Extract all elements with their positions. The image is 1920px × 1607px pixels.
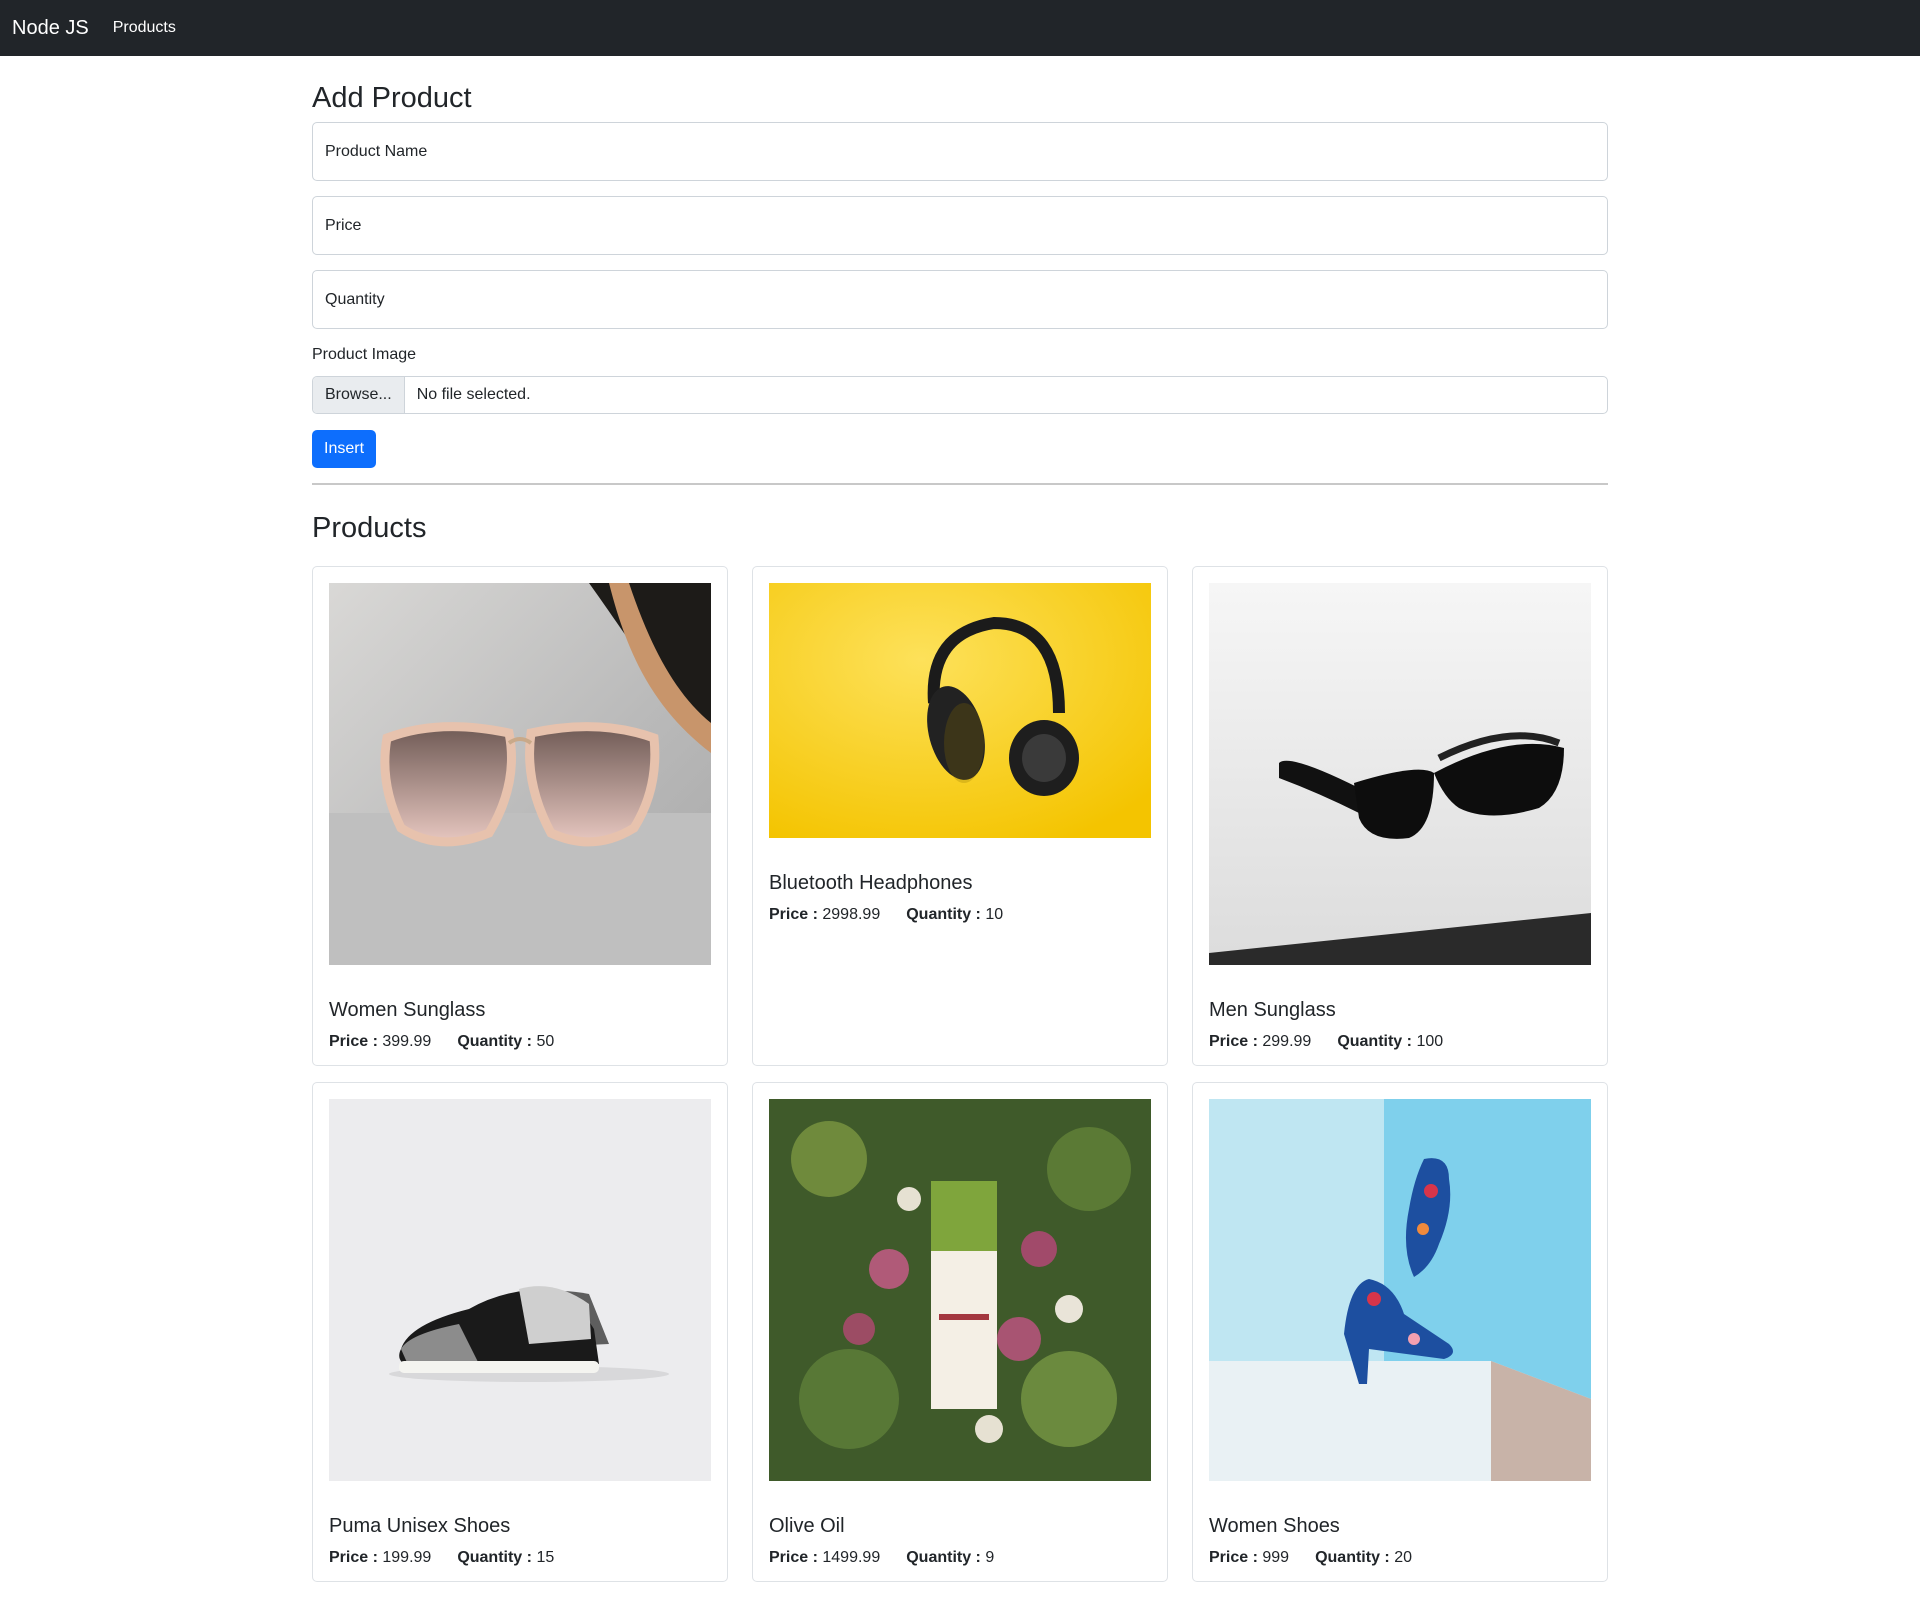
high-heels-image (1209, 1099, 1591, 1481)
quantity-input[interactable] (312, 270, 1608, 329)
price-label: Price : (769, 906, 818, 923)
price-input[interactable] (312, 196, 1608, 255)
product-image-label: Product Image (312, 346, 417, 363)
product-price: 399.99 (382, 1033, 432, 1050)
product-price: 2998.99 (822, 906, 881, 923)
product-quantity: 50 (536, 1033, 555, 1050)
product-quantity: 9 (985, 1549, 995, 1566)
quantity-label: Quantity : (1337, 1033, 1412, 1050)
file-status: No file selected. (416, 386, 531, 403)
sneakers-image (329, 1099, 711, 1481)
product-meta: Price : 999 Quantity : 20 (1209, 1549, 1412, 1567)
product-name: Bluetooth Headphones (769, 872, 973, 894)
product-card: Puma Unisex Shoes Price : 199.99 Quantit… (312, 1082, 728, 1582)
product-card: Women Sunglass Price : 399.99 Quantity :… (312, 566, 728, 1066)
product-card: Olive Oil Price : 1499.99 Quantity : 9 (752, 1082, 1168, 1582)
product-quantity: 20 (1394, 1549, 1412, 1566)
price-label: Price : (1209, 1033, 1258, 1050)
insert-button[interactable]: Insert (312, 430, 377, 468)
product-card: Women Shoes Price : 999 Quantity : 20 (1192, 1082, 1608, 1582)
product-meta: Price : 199.99 Quantity : 15 (329, 1549, 554, 1567)
price-label: Price : (329, 1033, 378, 1050)
divider (312, 483, 1608, 485)
sunglasses-image (1209, 583, 1591, 965)
product-quantity: 100 (1416, 1033, 1444, 1050)
product-meta: Price : 299.99 Quantity : 100 (1209, 1033, 1443, 1051)
product-card: Men Sunglass Price : 299.99 Quantity : 1… (1192, 566, 1608, 1066)
olive-oil-image (769, 1099, 1151, 1481)
product-quantity: 15 (536, 1549, 555, 1566)
product-card: Bluetooth Headphones Price : 2998.99 Qua… (752, 566, 1168, 1066)
sunglasses-image (329, 583, 711, 965)
navbar: Node JS Products (0, 0, 1920, 56)
add-product-title: Add Product (312, 82, 472, 114)
product-meta: Price : 2998.99 Quantity : 10 (769, 906, 1003, 924)
product-name: Olive Oil (769, 1515, 845, 1537)
price-label: Price : (769, 1549, 818, 1566)
quantity-label: Quantity : (906, 906, 981, 923)
product-name: Men Sunglass (1209, 999, 1336, 1021)
product-price: 999 (1262, 1549, 1290, 1566)
price-label: Price : (1209, 1549, 1258, 1566)
product-meta: Price : 399.99 Quantity : 50 (329, 1033, 554, 1051)
quantity-label: Quantity : (457, 1549, 532, 1566)
product-name: Women Shoes (1209, 1515, 1340, 1537)
price-label: Price : (329, 1549, 378, 1566)
browse-button[interactable]: Browse... (313, 377, 405, 413)
navbar-brand[interactable]: Node JS (12, 17, 89, 40)
quantity-label: Quantity : (906, 1549, 981, 1566)
product-price: 199.99 (382, 1549, 432, 1566)
quantity-label: Quantity : (1315, 1549, 1390, 1566)
product-name-input[interactable] (312, 122, 1608, 181)
quantity-label: Quantity : (457, 1033, 532, 1050)
product-name: Puma Unisex Shoes (329, 1515, 511, 1537)
product-meta: Price : 1499.99 Quantity : 9 (769, 1549, 994, 1567)
product-image-file-input[interactable]: Browse... No file selected. (312, 376, 1608, 414)
product-price: 1499.99 (822, 1549, 881, 1566)
products-title: Products (312, 512, 427, 544)
product-price: 299.99 (1262, 1033, 1312, 1050)
product-name: Women Sunglass (329, 999, 486, 1021)
nav-link-products[interactable]: Products (113, 19, 176, 37)
product-quantity: 10 (985, 906, 1004, 923)
headphones-image (769, 583, 1151, 838)
